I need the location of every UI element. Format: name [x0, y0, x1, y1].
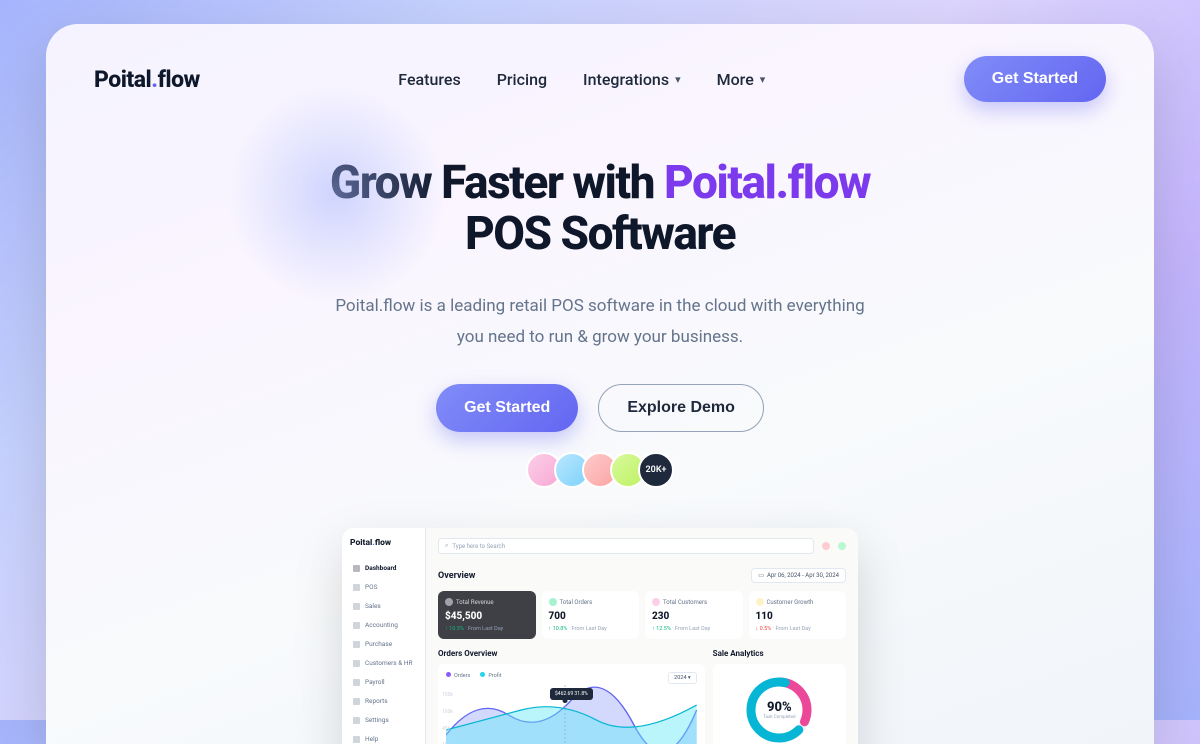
avatar-count: 20K+ — [638, 452, 674, 488]
stat-icon — [549, 598, 557, 606]
stat-card: Total Orders700↑ 10.8% · From Last Day — [542, 591, 640, 639]
sidebar-icon — [353, 679, 360, 686]
sidebar-item[interactable]: Purchase — [350, 636, 417, 652]
hero-subtitle: Poital.flow is a leading retail POS soft… — [320, 291, 880, 352]
chevron-down-icon: ▾ — [760, 73, 766, 86]
nav-features[interactable]: Features — [398, 70, 460, 89]
sidebar-icon — [353, 603, 360, 610]
sidebar-item[interactable]: Accounting — [350, 617, 417, 633]
hero-get-started-button[interactable]: Get Started — [436, 384, 578, 432]
notification-icon[interactable] — [822, 542, 830, 550]
sidebar-item[interactable]: Sales — [350, 598, 417, 614]
nav-links: Features Pricing Integrations ▾ More ▾ — [398, 70, 765, 89]
sidebar-item[interactable]: Reports — [350, 693, 417, 709]
calendar-icon: ▭ — [758, 572, 764, 579]
sidebar-icon — [353, 660, 360, 667]
user-avatar-icon[interactable] — [838, 542, 846, 550]
sidebar-item[interactable]: Dashboard — [350, 560, 417, 576]
sidebar-icon — [353, 698, 360, 705]
hero-title: Grow Faster with Poital.flow POS Softwar… — [46, 158, 1154, 259]
nav-integrations[interactable]: Integrations ▾ — [583, 70, 681, 89]
dashboard-preview: Poital.flow Dashboard POS Sales Accounting P… — [342, 528, 858, 744]
chevron-down-icon: ▾ — [675, 73, 681, 86]
sidebar-icon — [353, 717, 360, 724]
sidebar-icon — [353, 622, 360, 629]
sidebar-icon — [353, 584, 360, 591]
year-select[interactable]: 2024 ▾ — [668, 672, 697, 684]
date-range-picker[interactable]: ▭ Apr 06, 2024 - Apr 30, 2024 — [751, 568, 846, 583]
stat-card: Total Revenue$45,500↑ 10.5% · From Last … — [438, 591, 536, 639]
brand-logo[interactable]: Poital.flow — [94, 66, 200, 93]
sidebar-icon — [353, 641, 360, 648]
chart-title: Orders Overview — [438, 649, 705, 658]
donut-value: 90% — [763, 700, 795, 715]
chart-tooltip: $462.69 31.8% — [550, 688, 593, 700]
stat-card: Total Customers230↑ 12.5% · From Last Da… — [645, 591, 743, 639]
sidebar-icon — [353, 565, 360, 572]
stat-icon — [652, 598, 660, 606]
sidebar-item[interactable]: Customers & HR — [350, 655, 417, 671]
avatar-stack: 20K+ — [46, 452, 1154, 488]
orders-chart: Orders Profit 2024 ▾ 150k 100k 45k 10k — [438, 664, 705, 744]
dashboard-logo: Poital.flow — [350, 538, 417, 548]
sidebar-item[interactable]: Help — [350, 731, 417, 744]
search-input[interactable]: ⌕ Type here to Search — [438, 538, 814, 554]
nav-cta-button[interactable]: Get Started — [964, 56, 1106, 102]
hero-explore-demo-button[interactable]: Explore Demo — [598, 384, 764, 432]
chart-title: Sale Analytics — [713, 649, 846, 658]
section-title: Overview — [438, 571, 475, 581]
sidebar-item[interactable]: POS — [350, 579, 417, 595]
stat-icon — [756, 598, 764, 606]
dashboard-sidebar: Poital.flow Dashboard POS Sales Accounting P… — [342, 528, 426, 744]
sale-analytics-chart: 90% Task Completed — [713, 664, 846, 744]
nav-more[interactable]: More ▾ — [717, 70, 766, 89]
nav-pricing[interactable]: Pricing — [497, 70, 547, 89]
sidebar-item[interactable]: Settings — [350, 712, 417, 728]
dashboard-main: ⌕ Type here to Search Overview ▭ Apr 06,… — [426, 528, 858, 744]
search-icon: ⌕ — [445, 542, 448, 550]
sidebar-item[interactable]: Payroll — [350, 674, 417, 690]
hero-section: Grow Faster with Poital.flow POS Softwar… — [46, 102, 1154, 488]
top-nav: Poital.flow Features Pricing Integration… — [46, 24, 1154, 102]
stat-icon — [445, 598, 453, 606]
sidebar-icon — [353, 736, 360, 743]
stat-card: Customer Growth110↓ 0.5% · From Last Day — [749, 591, 847, 639]
